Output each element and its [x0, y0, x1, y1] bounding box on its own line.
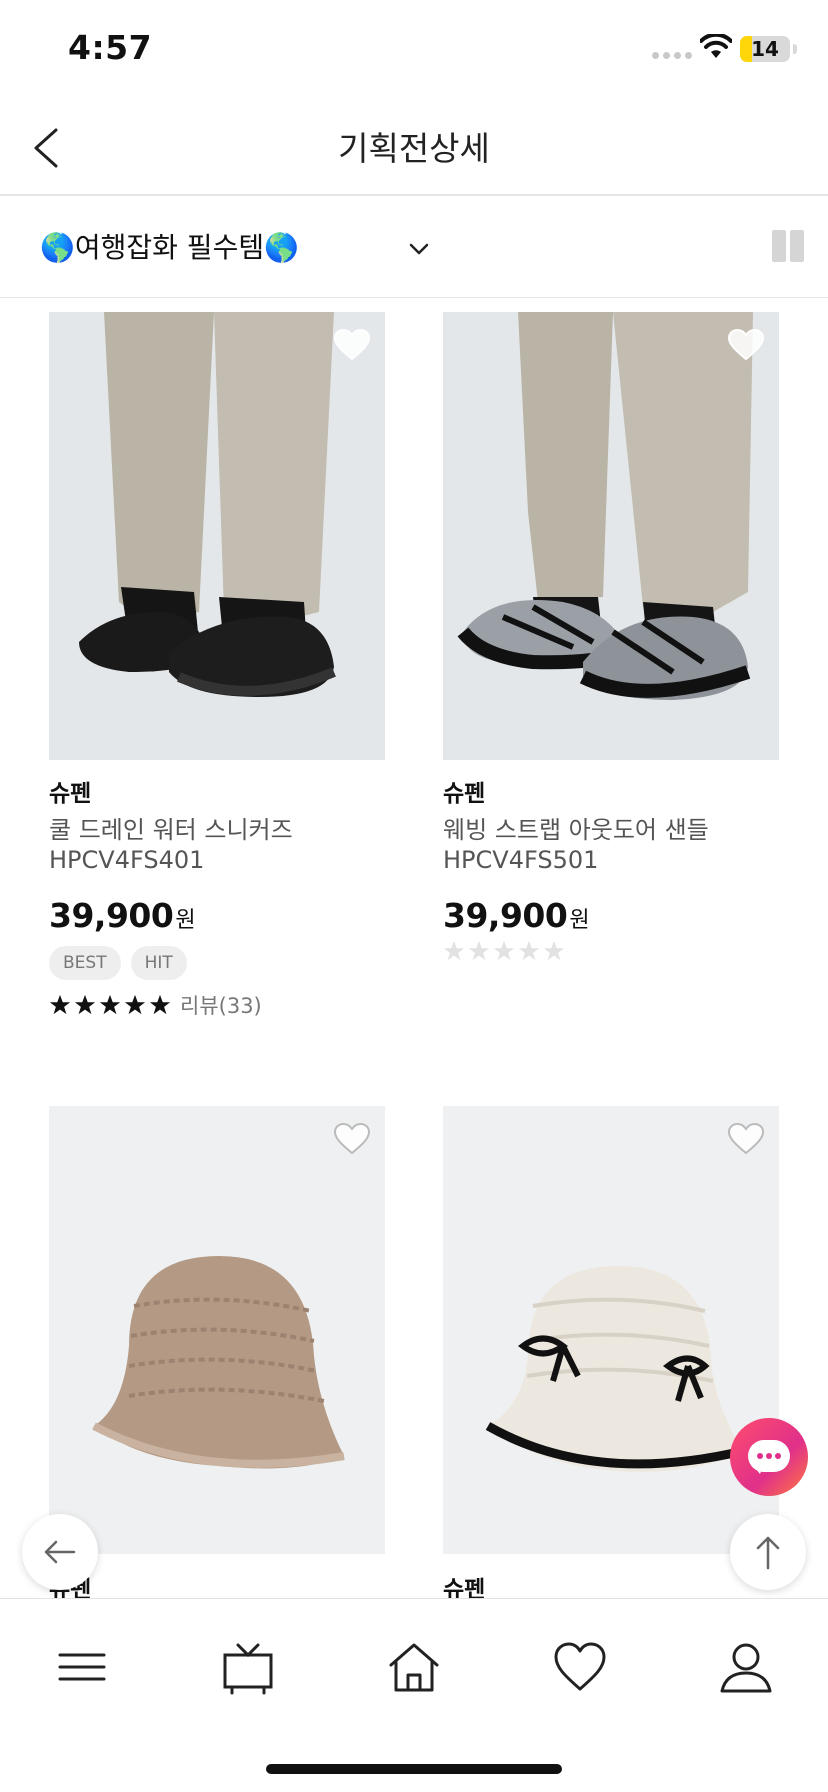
- rating-stars: [443, 940, 565, 962]
- tv-icon: [223, 1643, 273, 1695]
- user-icon: [720, 1643, 772, 1693]
- grid-view-icon[interactable]: [772, 230, 804, 262]
- star-icon: [149, 994, 171, 1015]
- arrow-up-icon: [756, 1536, 780, 1570]
- product-code: HPCV4FS501: [443, 846, 599, 874]
- product-image-sneakers[interactable]: [49, 312, 385, 760]
- product-card[interactable]: 슈펜: [49, 1106, 385, 1603]
- nav-home[interactable]: [384, 1637, 444, 1697]
- product-price: 39,900원: [443, 896, 590, 935]
- product-card[interactable]: 슈펜 웨빙 스트랩 아웃도어 샌들 HPCV4FS501 39,900원: [443, 312, 779, 992]
- page-header: 기획전상세: [0, 100, 828, 196]
- status-time: 4:57: [68, 28, 153, 67]
- wifi-icon: [700, 34, 732, 58]
- product-price: 39,900원: [49, 896, 196, 935]
- star-icon: [518, 940, 540, 961]
- product-name[interactable]: 쿨 드레인 워터 스니커즈: [49, 810, 293, 845]
- nav-wishlist[interactable]: [550, 1637, 610, 1697]
- arrow-left-icon: [44, 1540, 76, 1564]
- star-icon: [99, 994, 121, 1015]
- badge-best: BEST: [49, 946, 121, 980]
- battery-level: 14: [751, 37, 779, 61]
- badge-hit: HIT: [130, 946, 187, 980]
- heart-icon[interactable]: [727, 1122, 765, 1156]
- chat-button[interactable]: [730, 1418, 808, 1496]
- heart-icon[interactable]: [333, 1122, 371, 1156]
- scroll-top-button[interactable]: [730, 1514, 806, 1590]
- product-brand: 슈펜: [49, 781, 92, 807]
- product-code: HPCV4FS401: [49, 846, 205, 874]
- category-select[interactable]: 🌎여행잡화 필수템🌎: [40, 226, 299, 266]
- star-icon: [443, 940, 465, 961]
- chevron-down-icon[interactable]: [408, 238, 430, 260]
- home-icon: [389, 1643, 439, 1692]
- star-icon: [468, 940, 490, 961]
- heart-icon[interactable]: [727, 328, 765, 362]
- product-image-sandals[interactable]: [443, 312, 779, 760]
- star-icon: [74, 994, 96, 1015]
- star-icon: [493, 940, 515, 961]
- product-image-bucket-hat-beige[interactable]: [49, 1106, 385, 1554]
- cellular-signal-icon: [652, 52, 692, 59]
- star-icon: [49, 994, 71, 1015]
- review-count[interactable]: 리뷰(33): [180, 990, 262, 1020]
- menu-icon: [58, 1653, 106, 1681]
- product-card[interactable]: 슈펜 쿨 드레인 워터 스니커즈 HPCV4FS401 39,900원 BEST…: [49, 312, 385, 1032]
- heart-icon: [554, 1642, 606, 1691]
- star-icon: [543, 940, 565, 961]
- product-name[interactable]: 웨빙 스트랩 아웃도어 샌들: [443, 810, 709, 845]
- nav-live-tv[interactable]: [218, 1637, 278, 1697]
- nav-my-page[interactable]: [716, 1637, 776, 1697]
- home-indicator: [266, 1764, 562, 1774]
- category-bar: 🌎여행잡화 필수템🌎: [0, 198, 828, 298]
- rating-stars: 리뷰(33): [49, 990, 262, 1020]
- product-card[interactable]: 슈펜: [443, 1106, 779, 1603]
- nav-menu[interactable]: [52, 1637, 112, 1697]
- product-image-bucket-hat-ivory[interactable]: [443, 1106, 779, 1554]
- chat-bubble-icon: [748, 1440, 790, 1474]
- floating-back-button[interactable]: [22, 1514, 98, 1590]
- page-title: 기획전상세: [338, 129, 490, 168]
- star-icon: [124, 994, 146, 1015]
- heart-icon[interactable]: [333, 328, 371, 362]
- product-brand: 슈펜: [443, 781, 486, 807]
- badge-list: BEST HIT: [49, 946, 187, 980]
- battery-icon: 14: [740, 36, 790, 62]
- bottom-navigation: [0, 1598, 828, 1792]
- status-bar: 4:57 14: [0, 0, 828, 100]
